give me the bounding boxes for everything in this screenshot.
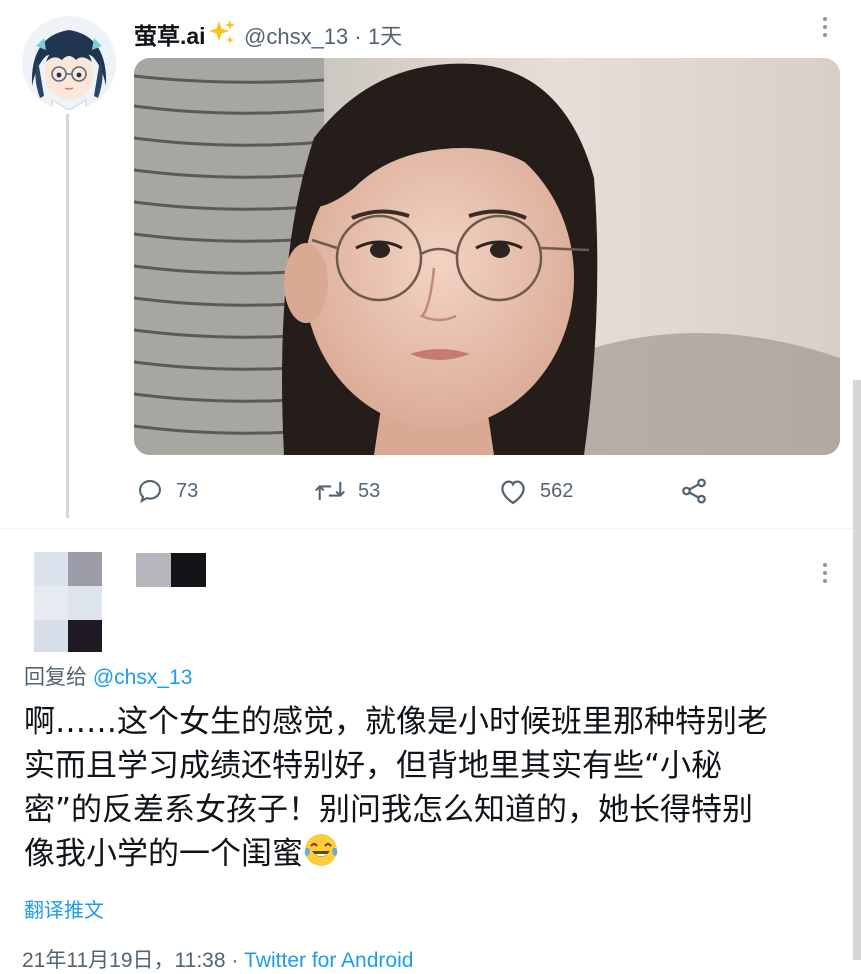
- thread-line: [66, 114, 69, 518]
- retweet-count: 53: [358, 479, 381, 502]
- more-icon[interactable]: [823, 17, 831, 41]
- replying-to: 回复给 @chsx_13: [24, 661, 192, 691]
- reply-more-icon[interactable]: [823, 563, 831, 587]
- tweet-photo[interactable]: [134, 58, 840, 455]
- replying-to-handle[interactable]: @chsx_13: [93, 666, 193, 689]
- scrollbar[interactable]: [853, 380, 861, 960]
- like-action[interactable]: 562: [498, 474, 573, 508]
- meta-separator: ·: [354, 24, 362, 49]
- sparkles-emoji: [207, 17, 237, 47]
- reply-count: 73: [176, 479, 199, 502]
- reply-action[interactable]: 73: [136, 474, 198, 508]
- reply-text: 啊……这个女生的感觉，就像是小时候班里那种特别老 实而且学习成绩还特别好，但背地…: [24, 700, 844, 876]
- author-meta: @chsx_13 · 1天: [244, 19, 402, 51]
- retweet-icon: [314, 481, 346, 501]
- reply-text-line-last: 像我小学的一个闺蜜: [24, 832, 844, 876]
- reply-icon: [139, 480, 161, 504]
- share-icon: [682, 478, 706, 504]
- reply-timestamp[interactable]: 21年11月19日，11:38 ·: [22, 949, 244, 972]
- author-avatar[interactable]: [22, 16, 116, 110]
- reply-author-name[interactable]: [136, 553, 206, 587]
- translate-tweet-link[interactable]: 翻译推文: [24, 894, 104, 923]
- reply-client[interactable]: Twitter for Android: [244, 949, 413, 972]
- like-icon: [501, 480, 525, 505]
- author-handle[interactable]: @chsx_13: [244, 24, 348, 49]
- share-action[interactable]: [679, 474, 709, 508]
- like-count: 562: [540, 479, 574, 502]
- replying-to-label: 回复给: [24, 666, 87, 689]
- tweet-divider: [0, 528, 861, 529]
- retweet-action[interactable]: 53: [314, 474, 380, 508]
- reply-text-line: 像我小学的一个闺蜜: [24, 836, 303, 872]
- tears-of-joy-emoji: [304, 834, 338, 866]
- reply-text-line: 实而且学习成绩还特别好，但背地里其实有些“小秘: [24, 748, 723, 784]
- reply-text-line: 啊……这个女生的感觉，就像是小时候班里那种特别老: [24, 704, 768, 740]
- reply-meta: 21年11月19日，11:38 · Twitter for Android: [22, 944, 413, 974]
- reply-author-avatar[interactable]: [34, 552, 102, 652]
- tweet-time[interactable]: 1天: [368, 24, 402, 49]
- author-name[interactable]: 萤草.ai: [134, 17, 206, 51]
- reply-text-line: 密”的反差系女孩子！别问我怎么知道的，她长得特别: [24, 792, 754, 828]
